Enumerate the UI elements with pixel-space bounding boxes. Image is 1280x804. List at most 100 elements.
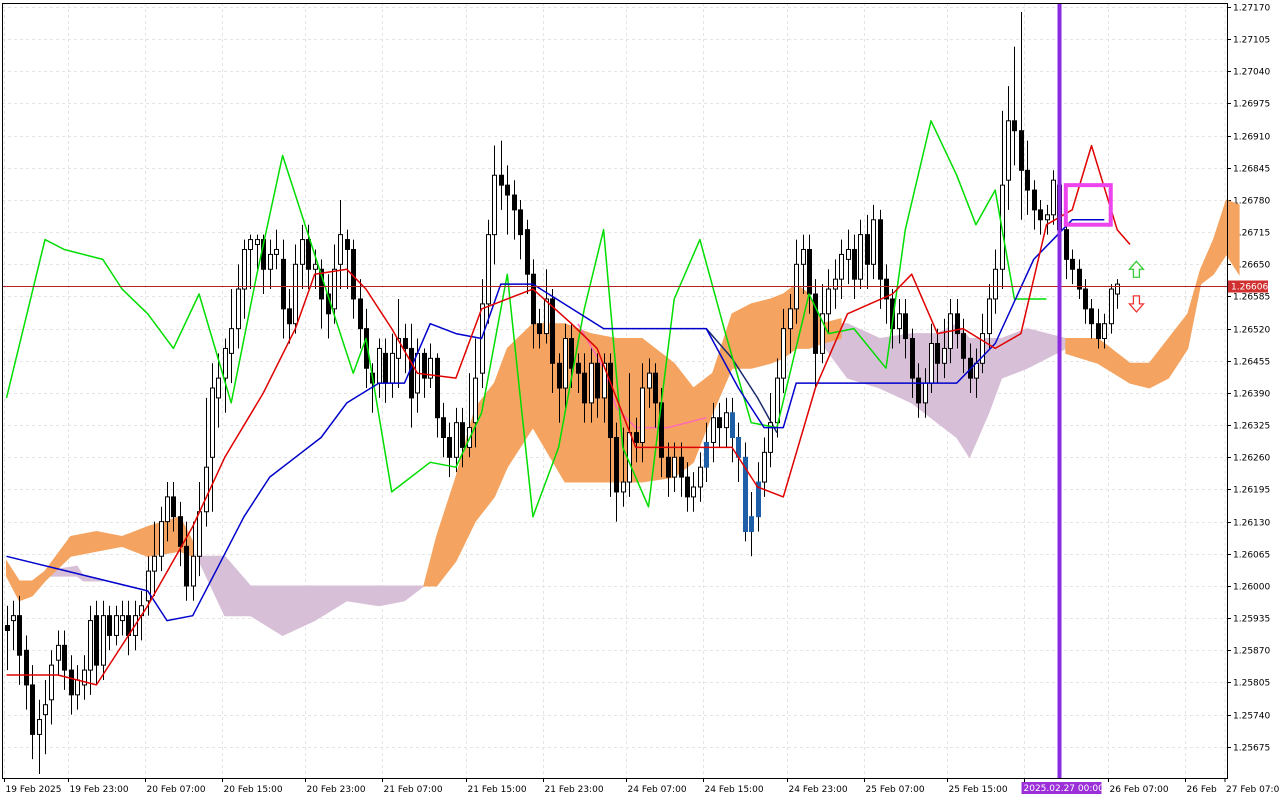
candle-bullish [121, 616, 125, 621]
candle-bullish [391, 353, 395, 383]
candle-bullish [333, 269, 337, 309]
ichimoku-chart: 1.271701.271051.270401.269751.269101.268… [0, 0, 1280, 800]
candle-bearish [526, 230, 530, 275]
y-tick-label: 1.26910 [1233, 133, 1270, 143]
candle-bearish [962, 334, 966, 359]
candle-bearish [172, 497, 176, 517]
candle-bullish [474, 378, 478, 423]
candle-bearish [808, 249, 812, 294]
y-tick-label: 1.26520 [1233, 326, 1270, 336]
y-tick-label: 1.25935 [1233, 615, 1270, 625]
candle-bearish [442, 418, 446, 438]
y-tick-label: 1.27040 [1233, 68, 1270, 78]
candle-bearish [1071, 259, 1075, 269]
y-tick-label: 1.26975 [1233, 100, 1270, 110]
y-tick-label: 1.26260 [1233, 454, 1270, 464]
candle-bullish [988, 299, 992, 334]
candle-bullish [198, 512, 202, 557]
x-tick-label: 26 Feb 07:00 [1110, 785, 1169, 795]
y-tick-label: 1.25870 [1233, 647, 1270, 657]
candle-bearish [436, 358, 440, 417]
candle-bullish [802, 249, 806, 264]
candle-bullish [994, 269, 998, 299]
candle-bearish [654, 373, 658, 403]
candle-bearish [404, 339, 408, 349]
candle-bearish [384, 353, 388, 383]
candle-bearish [63, 645, 67, 670]
candle-bullish [493, 175, 497, 234]
candle-bullish [153, 556, 157, 571]
candle-bullish [192, 556, 196, 586]
candle-bearish [615, 438, 619, 492]
candle-bearish [853, 249, 857, 279]
candle-bullish [243, 249, 247, 289]
x-tick-label: 24 Feb 15:00 [705, 785, 764, 795]
candle-bearish [1039, 210, 1043, 220]
candle-bullish [147, 571, 151, 601]
candle-bullish [776, 378, 780, 423]
candle-bullish [256, 240, 260, 245]
x-tick-label: 21 Feb 07:00 [384, 785, 443, 795]
candle-bearish [532, 274, 536, 323]
candle-bullish [224, 348, 228, 378]
candle-bearish [70, 670, 74, 695]
candle-bearish [596, 363, 600, 398]
candle-bullish [1103, 324, 1107, 339]
candle-bearish [911, 339, 915, 379]
candle-bullish [339, 235, 343, 265]
candle-bearish [185, 546, 189, 586]
candle-bullish [622, 482, 626, 492]
candle-bullish [314, 264, 318, 269]
candle-bullish [705, 442, 709, 467]
candle-bearish [448, 438, 452, 458]
x-tick-label: 25 Feb 07:00 [866, 785, 925, 795]
candle-bullish [725, 413, 729, 428]
candle-bullish [230, 329, 234, 354]
candle-bullish [840, 254, 844, 279]
candle-bullish [590, 363, 594, 403]
x-tick-label: 26 Feb [1187, 785, 1218, 795]
candle-bullish [763, 452, 767, 482]
candle-bearish [18, 616, 22, 656]
candle-bullish [269, 254, 273, 269]
candle-bearish [904, 314, 908, 339]
candle-bearish [917, 378, 921, 403]
candle-bearish [1020, 131, 1024, 171]
candle-bearish [936, 343, 940, 363]
candle-bullish [930, 343, 934, 383]
candle-bearish [635, 433, 639, 443]
candle-bullish [1046, 215, 1050, 220]
candle-bullish [924, 383, 928, 403]
candle-bearish [359, 299, 363, 329]
candle-bearish [1026, 170, 1030, 190]
candle-bearish [1065, 230, 1069, 260]
candle-bearish [866, 235, 870, 265]
y-tick-label: 1.26130 [1233, 519, 1270, 529]
candle-bearish [1013, 121, 1017, 131]
candle-bullish [57, 645, 61, 660]
candle-bearish [667, 457, 671, 477]
candle-bearish [1084, 289, 1088, 309]
candle-bullish [205, 467, 209, 512]
candle-bullish [455, 423, 459, 458]
x-tick-label: 19 Feb 2025 [6, 785, 62, 795]
y-tick-label: 1.26195 [1233, 486, 1270, 496]
candle-bullish [692, 487, 696, 497]
candle-bullish [217, 378, 221, 398]
candle-bullish [275, 249, 279, 254]
candle-bearish [500, 175, 504, 185]
candle-bullish [975, 363, 979, 378]
y-tick-label: 1.25675 [1233, 744, 1270, 754]
y-tick-label: 1.25805 [1233, 679, 1270, 689]
candle-bullish [102, 616, 106, 665]
candle-bullish [249, 240, 253, 250]
x-tick-label: 24 Feb 23:00 [789, 785, 848, 795]
candle-bearish [583, 373, 587, 403]
candle-bullish [115, 616, 119, 636]
candle-bullish [1052, 180, 1056, 215]
candle-bearish [282, 259, 286, 308]
y-tick-label: 1.26585 [1233, 293, 1270, 303]
y-tick-label: 1.26845 [1233, 165, 1270, 175]
x-tick-label: 21 Feb 15:00 [468, 785, 527, 795]
candle-bearish [25, 650, 29, 685]
